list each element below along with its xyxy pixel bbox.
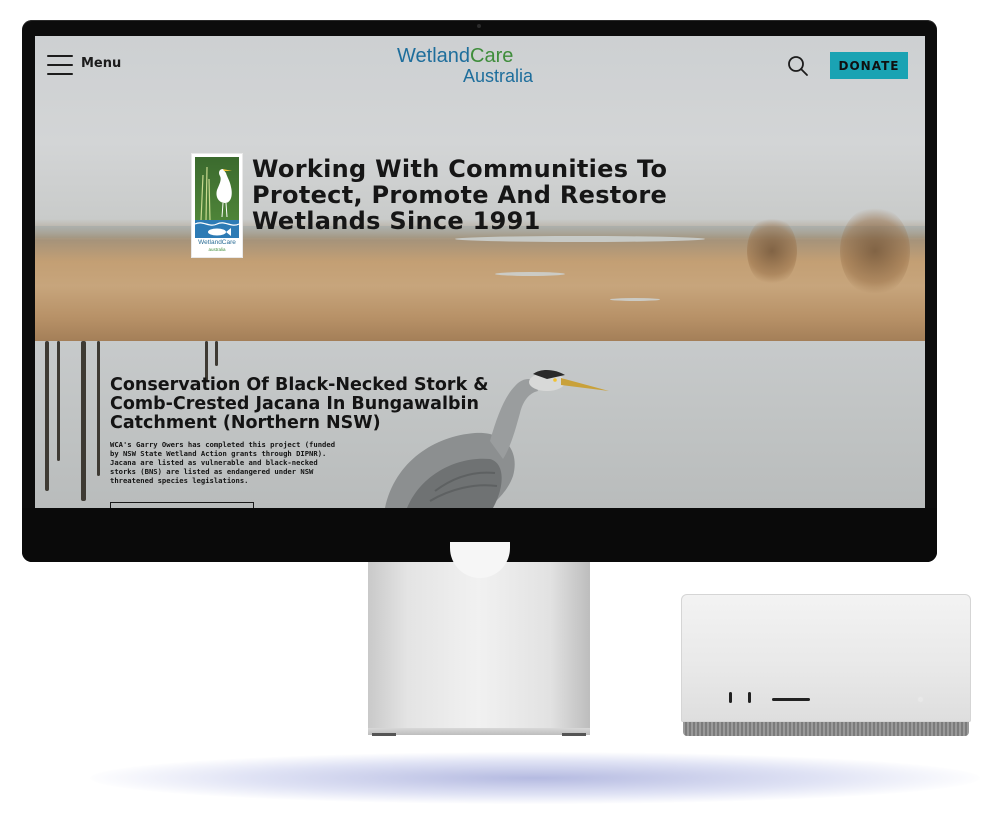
brand-wetland: Wetland xyxy=(397,45,471,67)
brand-country: Australia xyxy=(463,66,534,86)
monitor-stand xyxy=(368,562,590,735)
badge-water-panel xyxy=(194,220,240,238)
site-logo[interactable]: WetlandCare Australia xyxy=(397,46,547,86)
badge-heron-panel xyxy=(195,157,239,222)
heron-icon xyxy=(200,166,232,222)
stand-foot-right xyxy=(562,733,586,736)
menu-label[interactable]: Menu xyxy=(81,56,121,71)
mac-studio-vent xyxy=(683,722,969,736)
usb-c-port xyxy=(748,692,751,703)
stand-base xyxy=(368,728,590,735)
sd-card-slot xyxy=(772,698,810,701)
article-body: WCA's Garry Owers has completed this pro… xyxy=(110,440,336,485)
donate-button[interactable]: DONATE xyxy=(830,52,908,79)
water-channel xyxy=(455,236,705,242)
wetlandcare-badge-logo: WetlandCare australia xyxy=(192,154,242,257)
mac-studio-device xyxy=(681,594,971,722)
hamburger-menu-icon[interactable] xyxy=(47,55,73,75)
product-mockup-scene: Menu WetlandCare Australia DONATE Wetlan… xyxy=(0,0,987,820)
badge-caption: WetlandCare australia xyxy=(192,239,242,253)
brand-care: Care xyxy=(470,45,514,67)
bare-tree xyxy=(840,206,910,296)
floor-shadow xyxy=(90,752,980,804)
fish-icon xyxy=(194,222,240,236)
site-header: Menu WetlandCare Australia DONATE xyxy=(35,36,925,102)
badge-sub: australia xyxy=(208,247,226,252)
camera-icon xyxy=(477,24,481,28)
water-channel xyxy=(610,298,660,301)
read-more-button[interactable] xyxy=(110,502,254,508)
badge-name: WetlandCare xyxy=(198,239,236,246)
power-led xyxy=(919,698,922,701)
stand-foot-left xyxy=(372,733,396,736)
usb-c-port xyxy=(729,692,732,703)
bare-tree xyxy=(747,216,797,286)
water-channel xyxy=(495,272,565,276)
search-icon[interactable] xyxy=(787,55,809,77)
article-title[interactable]: Conservation Of Black-Necked Stork & Com… xyxy=(110,376,530,433)
monitor-screen: Menu WetlandCare Australia DONATE Wetlan… xyxy=(35,36,925,508)
hero-headline: Working With Communities To Protect, Pro… xyxy=(252,155,668,235)
